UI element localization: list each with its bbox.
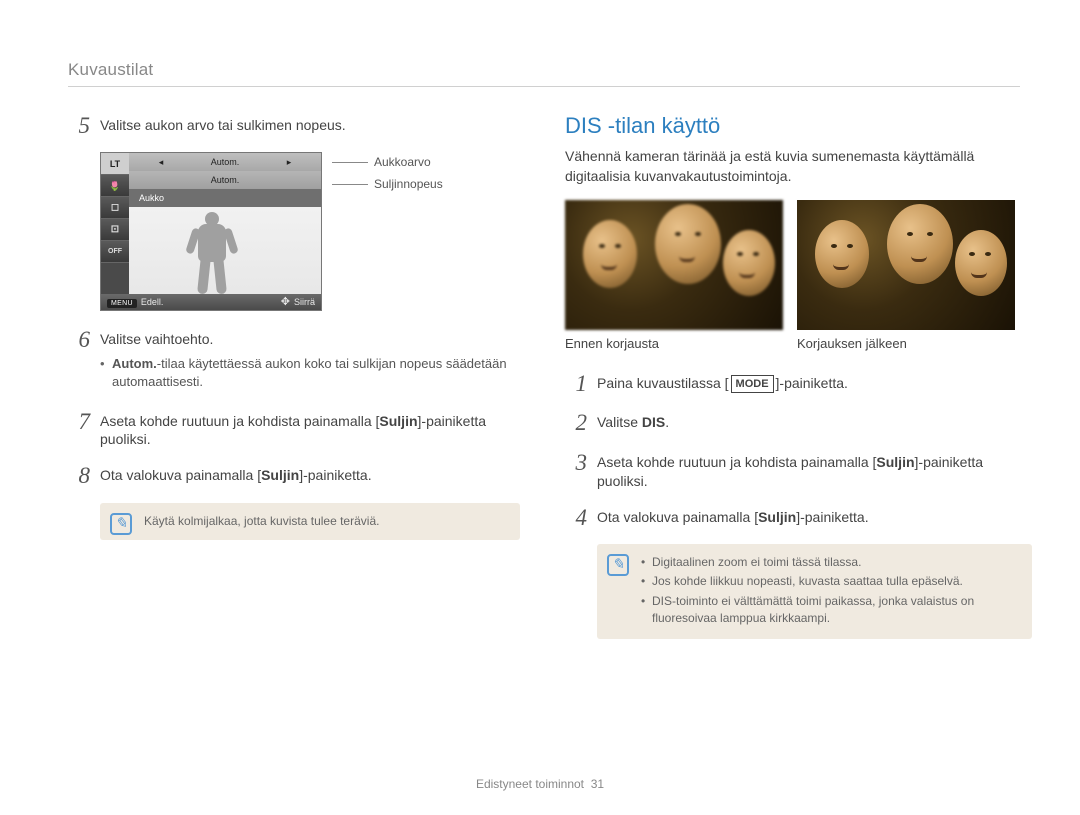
divider: [68, 86, 1020, 87]
step-number: 5: [68, 113, 90, 138]
lcd-top-row: ◂ Autom. ▸: [129, 153, 321, 171]
note-icon: ✎: [110, 513, 132, 535]
step-7: 7 Aseta kohde ruutuun ja kohdista painam…: [68, 409, 523, 450]
lcd-row-2: Autom.: [129, 171, 321, 189]
chevron-left-icon: ◂: [129, 153, 193, 171]
step-body: Aseta kohde ruutuun ja kohdista painamal…: [100, 409, 523, 450]
lcd-row-3: Aukko: [129, 189, 321, 207]
note-text: Digitaalinen zoom ei toimi tässä tilassa…: [641, 554, 1018, 628]
step-number: 4: [565, 505, 587, 530]
legend-aukkoarvo: Aukkoarvo: [374, 155, 431, 169]
note-text: Käytä kolmijalkaa, jotta kuvista tulee t…: [144, 513, 506, 530]
columns: 5 Valitse aukon arvo tai sulkimen nopeus…: [68, 113, 1020, 639]
legend-suljinnopeus: Suljinnopeus: [374, 177, 443, 191]
mode-lt-icon: LT: [101, 153, 129, 175]
caption-before: Ennen korjausta: [565, 336, 783, 351]
img-after: [797, 200, 1015, 330]
step-number: 8: [68, 463, 90, 488]
person-silhouette-icon: [183, 210, 239, 294]
page: Kuvaustilat 5 Valitse aukon arvo tai sul…: [0, 0, 1080, 815]
note-box-dis: ✎ Digitaalinen zoom ei toimi tässä tilas…: [597, 544, 1032, 640]
off-icon: OFF: [101, 241, 129, 263]
dis-step-1: 1 Paina kuvaustilassa [MODE]-painiketta.: [565, 371, 1020, 396]
dpad-icon: ✥: [281, 297, 290, 308]
step6-bullet: Autom.-tilaa käytettäessä aukon koko tai…: [100, 355, 523, 391]
note-box-tripod: ✎ Käytä kolmijalkaa, jotta kuvista tulee…: [100, 503, 520, 540]
img-before: [565, 200, 783, 330]
step-body: Valitse DIS.: [597, 410, 669, 435]
intro-text: Vähennä kameran tärinää ja estä kuvia su…: [565, 147, 1020, 186]
lcd-move: ✥Siirrä: [281, 297, 315, 308]
dis-captions: Ennen korjausta Korjauksen jälkeen: [565, 336, 1020, 351]
step-body: Valitse aukon arvo tai sulkimen nopeus.: [100, 113, 346, 138]
lcd-bottom-bar: MENUEdell. ✥Siirrä: [101, 294, 321, 310]
step-body: Ota valokuva painamalla [Suljin]-painike…: [100, 463, 372, 488]
focus-icon: ◻: [101, 197, 129, 219]
lcd-sidebar: LT 🌷 ◻ ⊡ OFF: [101, 153, 129, 310]
dis-sample-images: [565, 200, 1020, 330]
step-number: 6: [68, 327, 90, 394]
lcd-legend: Aukkoarvo Suljinnopeus: [332, 152, 443, 193]
step-number: 7: [68, 409, 90, 450]
macro-icon: 🌷: [101, 175, 129, 197]
step-5: 5 Valitse aukon arvo tai sulkimen nopeus…: [68, 113, 523, 138]
note-icon: ✎: [607, 554, 629, 576]
note-item: Digitaalinen zoom ei toimi tässä tilassa…: [641, 554, 1018, 571]
step-8: 8 Ota valokuva painamalla [Suljin]-paini…: [68, 463, 523, 488]
step-number: 3: [565, 450, 587, 491]
step-body: Valitse vaihtoehto. Autom.-tilaa käytett…: [100, 327, 523, 394]
dis-step-3: 3 Aseta kohde ruutuun ja kohdista painam…: [565, 450, 1020, 491]
lcd-body: [129, 207, 321, 294]
menu-icon: MENU: [107, 299, 137, 308]
note-item: Jos kohde liikkuu nopeasti, kuvasta saat…: [641, 573, 1018, 590]
step-body: Ota valokuva painamalla [Suljin]-painike…: [597, 505, 869, 530]
dis-step-2: 2 Valitse DIS.: [565, 410, 1020, 435]
step-body: Paina kuvaustilassa [MODE]-painiketta.: [597, 371, 848, 396]
col-right: DIS -tilan käyttö Vähennä kameran tärinä…: [565, 113, 1020, 639]
footer: Edistyneet toiminnot 31: [0, 777, 1080, 791]
chevron-right-icon: ▸: [257, 153, 321, 171]
dis-step-4: 4 Ota valokuva painamalla [Suljin]-paini…: [565, 505, 1020, 530]
lcd-illustration: LT 🌷 ◻ ⊡ OFF ◂ Autom. ▸ Autom.: [100, 152, 523, 311]
step-number: 1: [565, 371, 587, 396]
step-6: 6 Valitse vaihtoehto. Autom.-tilaa käyte…: [68, 327, 523, 394]
step-number: 2: [565, 410, 587, 435]
metering-icon: ⊡: [101, 219, 129, 241]
heading-dis: DIS -tilan käyttö: [565, 113, 1020, 139]
row3-label: Aukko: [139, 193, 164, 203]
lcd-back: MENUEdell.: [107, 297, 163, 307]
col-left: 5 Valitse aukon arvo tai sulkimen nopeus…: [68, 113, 523, 639]
topbar-value: Autom.: [193, 153, 257, 171]
step-body: Aseta kohde ruutuun ja kohdista painamal…: [597, 450, 1020, 491]
lcd-screen: LT 🌷 ◻ ⊡ OFF ◂ Autom. ▸ Autom.: [100, 152, 322, 311]
caption-after: Korjauksen jälkeen: [797, 336, 1015, 351]
row2-value: Autom.: [129, 175, 321, 185]
note-item: DIS-toiminto ei välttämättä toimi paikas…: [641, 593, 1018, 628]
breadcrumb: Kuvaustilat: [68, 60, 1020, 80]
mode-button-label: MODE: [731, 375, 774, 393]
